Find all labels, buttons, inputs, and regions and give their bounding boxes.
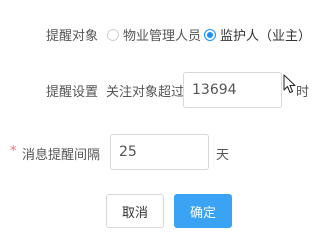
radio-property-manager-label: 物业管理人员: [123, 29, 202, 44]
interval-unit: 天: [216, 148, 230, 163]
target-label: 提醒对象: [46, 29, 99, 44]
cancel-button[interactable]: 取消: [106, 194, 164, 228]
interval-label: 消息提醒间隔: [22, 148, 101, 163]
radio-checked-icon[interactable]: [204, 28, 216, 41]
setting-prefix: 关注对象超过: [106, 85, 185, 100]
setting-label: 提醒设置: [46, 85, 99, 100]
mouse-cursor-icon: [283, 74, 296, 93]
radio-guardian-label: 监护人（业主）: [220, 29, 312, 44]
radio-unchecked-icon[interactable]: [107, 28, 119, 41]
radio-guardian[interactable]: 监护人（业主）: [204, 25, 311, 44]
interval-input[interactable]: 25: [110, 134, 209, 170]
threshold-input[interactable]: 13694: [183, 72, 282, 108]
required-mark: *: [10, 144, 17, 159]
confirm-button[interactable]: 确定: [174, 194, 232, 228]
radio-property-manager[interactable]: 物业管理人员: [107, 25, 201, 44]
setting-unit: 时: [296, 85, 310, 100]
